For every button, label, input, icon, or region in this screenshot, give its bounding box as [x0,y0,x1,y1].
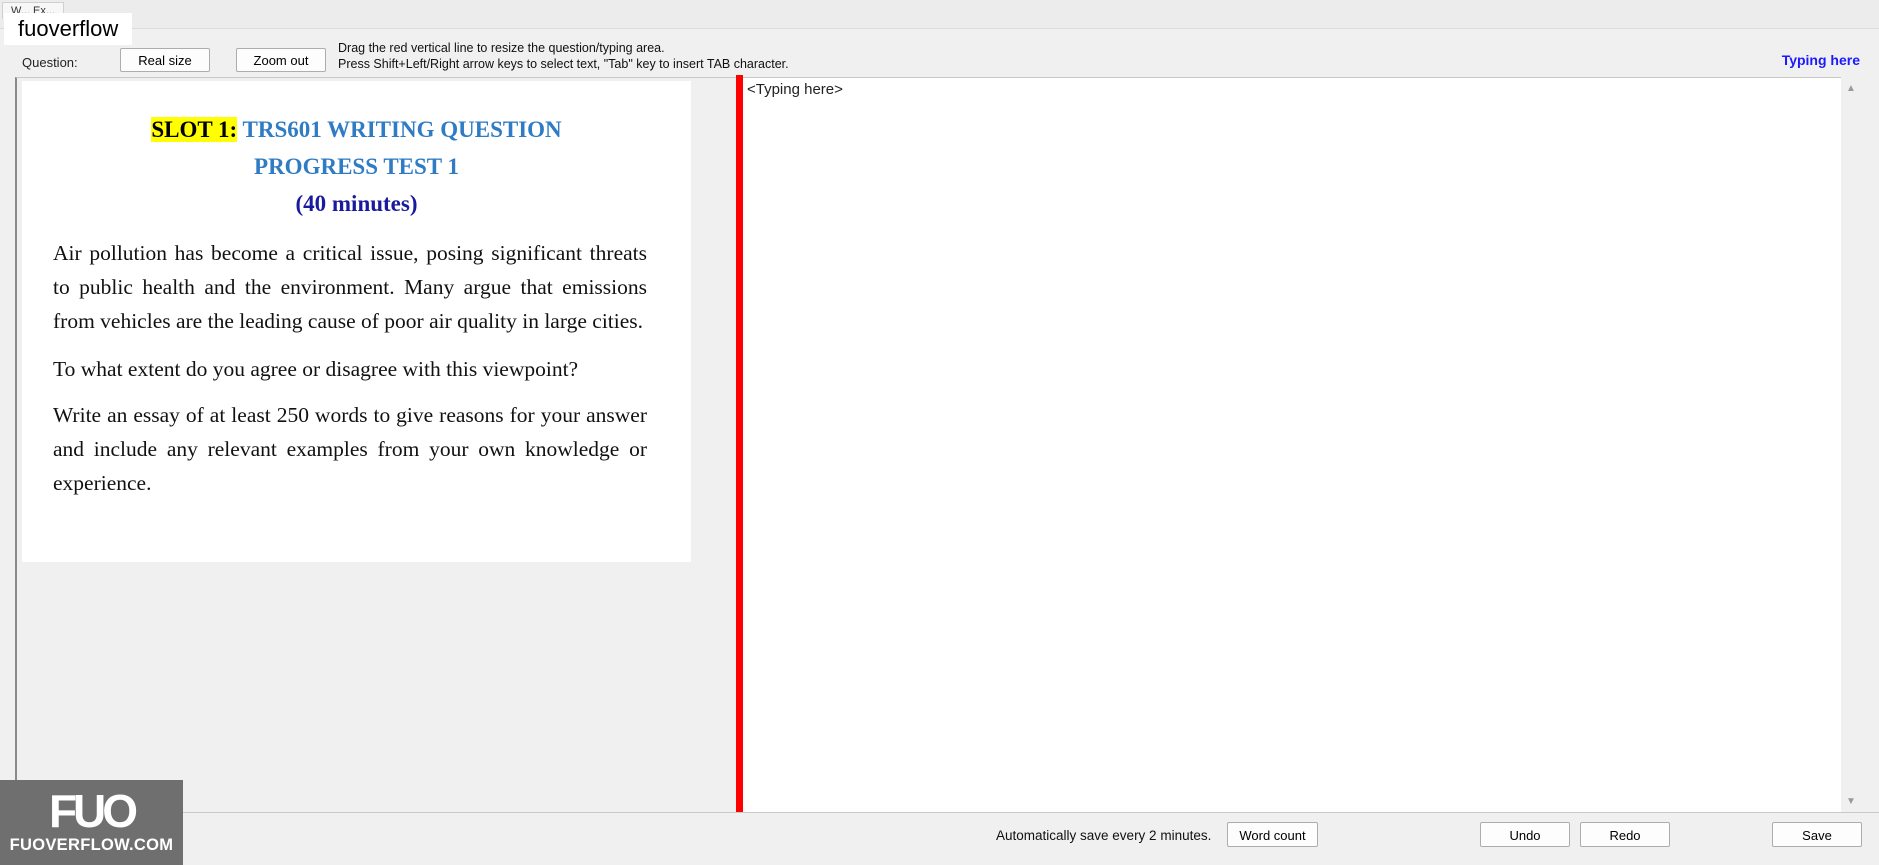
typing-area[interactable]: <Typing here> [743,77,1841,813]
watermark-label: fuoverflow [4,13,133,45]
typing-here-link[interactable]: Typing here [1782,52,1860,68]
zoom-out-button[interactable]: Zoom out [236,48,326,72]
logo-site: FUOVERFLOW.COM [9,836,174,854]
bottom-divider [0,812,1879,813]
duration-text: (40 minutes) [295,191,418,216]
save-button[interactable]: Save [1772,822,1862,847]
fuoverflow-logo: FUO FUOVERFLOW.COM [0,780,183,865]
question-paragraph-1: Air pollution has become a critical issu… [53,241,647,333]
title-line-1: SLOT 1: TRS601 WRITING QUESTION [22,111,691,148]
undo-button[interactable]: Undo [1480,822,1570,847]
question-paragraph-2: To what extent do you agree or disagree … [53,357,579,381]
logo-mark: FUO [48,785,138,837]
typing-placeholder[interactable]: <Typing here> [747,81,843,98]
autosave-text: Automatically save every 2 minutes. [996,828,1212,843]
question-label: Question: [22,55,78,70]
tab-strip: W... Ex... [0,0,1879,29]
scroll-up-icon[interactable]: ▲ [1841,81,1861,97]
question-card: SLOT 1: TRS601 WRITING QUESTION PROGRESS… [22,81,691,562]
question-title: SLOT 1: TRS601 WRITING QUESTION PROGRESS… [22,111,691,222]
title-text-1: TRS601 WRITING QUESTION [242,117,562,142]
typing-scrollbar[interactable]: ▲ ▼ [1841,77,1861,812]
keyboard-hint: Press Shift+Left/Right arrow keys to sel… [338,57,789,71]
slot-badge: SLOT 1: [151,117,238,142]
resize-hint: Drag the red vertical line to resize the… [338,41,665,55]
title-line-2: PROGRESS TEST 1 [254,154,459,179]
word-count-button[interactable]: Word count [1227,822,1318,847]
resize-splitter[interactable] [736,75,743,813]
real-size-button[interactable]: Real size [120,48,210,72]
redo-button[interactable]: Redo [1580,822,1670,847]
question-paragraph-3: Write an essay of at least 250 words to … [53,403,647,495]
scroll-down-icon[interactable]: ▼ [1841,794,1861,810]
question-pane: SLOT 1: TRS601 WRITING QUESTION PROGRESS… [15,77,737,813]
